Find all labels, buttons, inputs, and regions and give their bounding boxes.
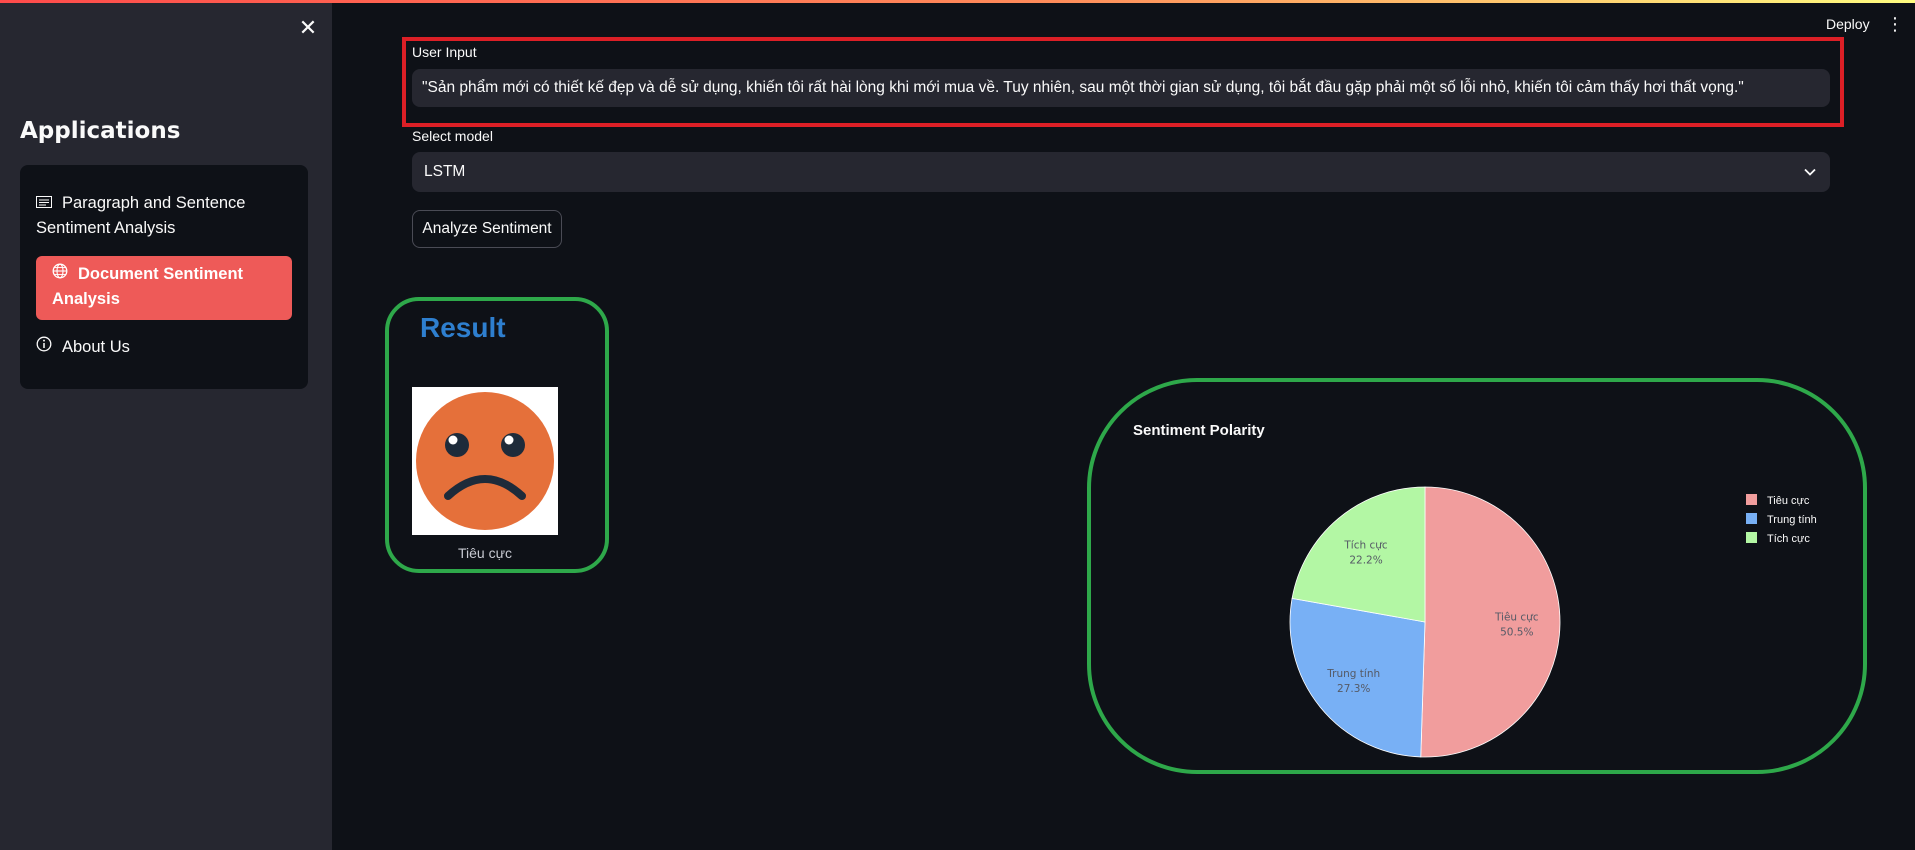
pie-chart: Tiêu cực 50.5% Trung tính 27.3% Tích cực 22.2… — [1289, 486, 1561, 758]
pie-slice-percent: 27.3% — [1337, 683, 1370, 695]
top-accent-bar — [0, 0, 1915, 3]
legend-label: Tiêu cực — [1767, 495, 1810, 507]
chart-legend: Tiêu cực Trung tính Tích cực — [1746, 494, 1817, 551]
pie-slice-percent: 50.5% — [1500, 626, 1533, 638]
pie-slice-label: Tiêu cực — [1494, 611, 1539, 623]
legend-label: Tích cực — [1767, 533, 1810, 545]
legend-swatch — [1746, 513, 1757, 524]
legend-item[interactable]: Tiêu cực — [1746, 494, 1817, 513]
legend-swatch — [1746, 494, 1757, 505]
legend-item[interactable]: Trung tính — [1746, 513, 1817, 532]
legend-item[interactable]: Tích cực — [1746, 532, 1817, 551]
legend-label: Trung tính — [1767, 514, 1817, 526]
pie-slice-percent: 22.2% — [1349, 555, 1382, 567]
pie-slice — [1420, 486, 1561, 758]
pie-slice-label: Tích cực — [1343, 540, 1388, 552]
legend-swatch — [1746, 532, 1757, 543]
pie-slice-label: Trung tính — [1326, 668, 1380, 680]
